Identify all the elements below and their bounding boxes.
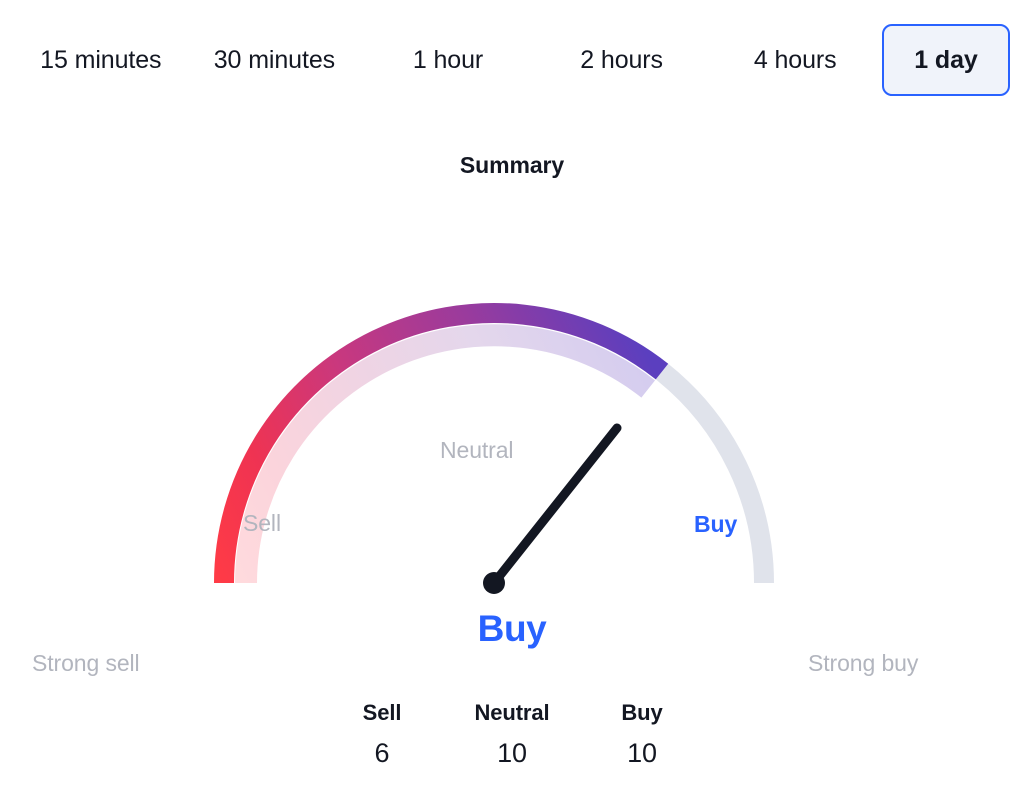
- interval-tab-30-minutes[interactable]: 30 minutes: [188, 24, 362, 96]
- interval-tab-label: 15 minutes: [40, 45, 162, 74]
- gauge-label-buy: Buy: [694, 511, 738, 537]
- interval-tab-bar: 15 minutes 30 minutes 1 hour 2 hours 4 h…: [0, 24, 1024, 96]
- interval-tab-4-hours[interactable]: 4 hours: [708, 24, 882, 96]
- gauge-label-sell: Sell: [243, 510, 281, 536]
- gauge-label-strong-sell: Strong sell: [32, 650, 140, 676]
- count-label-neutral: Neutral: [474, 700, 550, 725]
- technical-analysis-gauge-widget: 15 minutes 30 minutes 1 hour 2 hours 4 h…: [0, 0, 1024, 807]
- interval-tab-label: 2 hours: [580, 45, 663, 74]
- count-column-sell: Sell 6: [317, 700, 447, 769]
- count-value-sell: 6: [374, 738, 390, 768]
- gauge-result-rating: Buy: [477, 608, 547, 649]
- gauge-container: Strong sell Sell Neutral Buy Strong buy: [0, 200, 1024, 676]
- interval-tab-15-minutes[interactable]: 15 minutes: [14, 24, 188, 96]
- gauge-svg: [214, 303, 774, 594]
- count-label-sell: Sell: [362, 700, 402, 725]
- count-label-buy: Buy: [621, 700, 663, 725]
- gauge-needle-pivot: [483, 572, 505, 594]
- count-value-buy: 10: [627, 738, 657, 768]
- interval-tab-label: 30 minutes: [213, 45, 336, 74]
- interval-tab-label: 1 day: [914, 45, 978, 74]
- gauge-label-strong-buy: Strong buy: [808, 650, 919, 676]
- interval-tab-1-hour[interactable]: 1 hour: [361, 24, 535, 96]
- gauge-label-neutral: Neutral: [440, 437, 514, 463]
- count-column-neutral: Neutral 10: [447, 700, 577, 769]
- count-column-buy: Buy 10: [577, 700, 707, 769]
- interval-tab-1-day[interactable]: 1 day: [881, 24, 1010, 96]
- count-value-neutral: 10: [497, 738, 527, 768]
- interval-tab-label: 4 hours: [753, 45, 837, 74]
- interval-tab-2-hours[interactable]: 2 hours: [535, 24, 709, 96]
- summary-title: Summary: [459, 152, 565, 178]
- interval-tab-label: 1 hour: [412, 45, 484, 74]
- signal-counts-row: Sell 6 Neutral 10 Buy 10: [0, 700, 1024, 769]
